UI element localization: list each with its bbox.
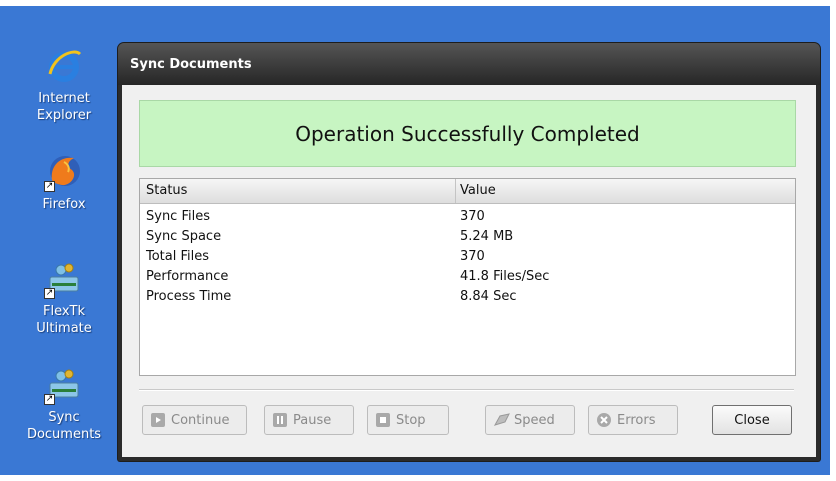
- errors-button-label: Errors: [617, 412, 656, 428]
- internet-explorer-icon: [44, 46, 84, 86]
- shortcut-arrow-icon: ↗: [44, 394, 55, 405]
- speed-button-label: Speed: [514, 412, 555, 428]
- cell-value: 370: [460, 209, 485, 224]
- window-client-area: Operation Successfully Completed Status …: [122, 85, 816, 457]
- separator: [139, 389, 794, 391]
- desktop-icon-sync-documents[interactable]: ↗ Sync Documents: [24, 365, 104, 443]
- error-icon: [597, 413, 611, 427]
- errors-button[interactable]: Errors: [588, 405, 678, 435]
- desktop-icon-label: Sync: [48, 410, 80, 425]
- pause-icon: [273, 413, 287, 427]
- desktop-icon-label: FlexTk: [42, 304, 86, 319]
- window-titlebar[interactable]: Sync Documents: [118, 43, 820, 85]
- continue-button-label: Continue: [171, 412, 230, 428]
- flextk-icon: ↗: [44, 259, 84, 299]
- cell-status: Sync Files: [146, 209, 210, 224]
- desktop-icon-label: Explorer: [36, 108, 92, 123]
- desktop-icon-flextk[interactable]: ↗ FlexTk Ultimate: [24, 259, 104, 337]
- status-banner-text: Operation Successfully Completed: [295, 121, 640, 146]
- continue-button[interactable]: Continue: [142, 405, 247, 435]
- close-button-label: Close: [734, 412, 770, 428]
- speed-button[interactable]: Speed: [485, 405, 575, 435]
- shortcut-arrow-icon: ↗: [44, 288, 55, 299]
- cell-value: 41.8 Files/Sec: [460, 269, 550, 284]
- desktop-icon-label: Documents: [26, 427, 102, 442]
- stop-button[interactable]: Stop: [367, 405, 449, 435]
- table-row[interactable]: Sync Space 5.24 MB: [140, 227, 795, 247]
- window-title: Sync Documents: [130, 57, 252, 72]
- desktop-icon-label: Firefox: [42, 197, 86, 212]
- desktop-icon-label: Internet: [38, 91, 90, 106]
- sync-documents-icon: ↗: [44, 365, 84, 405]
- play-icon: [151, 413, 165, 427]
- shortcut-arrow-icon: ↗: [44, 181, 55, 192]
- table-row[interactable]: Sync Files 370: [140, 207, 795, 227]
- cell-value: 8.84 Sec: [460, 289, 517, 304]
- speed-icon: [493, 413, 510, 427]
- desktop-icon-internet-explorer[interactable]: Internet Explorer: [24, 46, 104, 124]
- table-row[interactable]: Process Time 8.84 Sec: [140, 287, 795, 307]
- desktop: Internet Explorer ↗ Firefox ↗ FlexTk Ult…: [0, 6, 830, 475]
- column-header-value[interactable]: Value: [455, 179, 496, 203]
- cell-value: 5.24 MB: [460, 229, 514, 244]
- status-banner: Operation Successfully Completed: [139, 100, 796, 167]
- cell-value: 370: [460, 249, 485, 264]
- desktop-icon-label: Ultimate: [36, 321, 92, 336]
- table-row[interactable]: Performance 41.8 Files/Sec: [140, 267, 795, 287]
- table-header: Status Value: [140, 179, 795, 204]
- stop-button-label: Stop: [396, 412, 426, 428]
- cell-status: Performance: [146, 269, 229, 284]
- stop-icon: [376, 413, 390, 427]
- column-header-status[interactable]: Status: [146, 183, 187, 198]
- results-table: Status Value Sync Files 370 Sync Space 5…: [139, 178, 796, 376]
- pause-button-label: Pause: [293, 412, 332, 428]
- close-button[interactable]: Close: [712, 405, 792, 435]
- sync-documents-window: Sync Documents Operation Successfully Co…: [118, 43, 820, 461]
- pause-button[interactable]: Pause: [264, 405, 354, 435]
- firefox-icon: ↗: [44, 152, 84, 192]
- cell-status: Total Files: [146, 249, 210, 264]
- cell-status: Sync Space: [146, 229, 222, 244]
- table-row[interactable]: Total Files 370: [140, 247, 795, 267]
- desktop-icon-firefox[interactable]: ↗ Firefox: [24, 152, 104, 213]
- cell-status: Process Time: [146, 289, 232, 304]
